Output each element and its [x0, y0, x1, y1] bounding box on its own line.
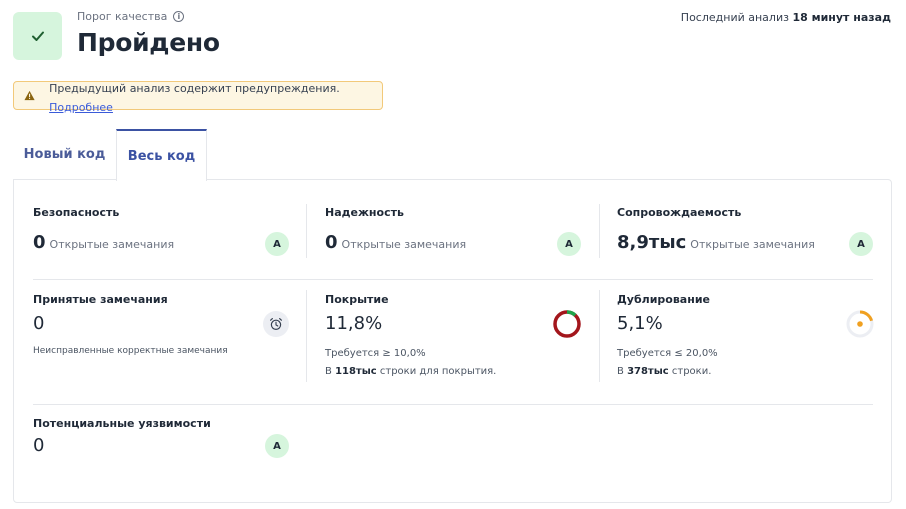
warning-details-link[interactable]: Подробнее: [49, 101, 113, 114]
duplication-dot: [857, 321, 863, 327]
quality-gate-label-row: Порог качества i: [77, 10, 185, 23]
security-hotspots-value[interactable]: 0: [33, 435, 44, 456]
divider: [33, 404, 873, 405]
reliability-value-row[interactable]: 0 Открытые замечания: [325, 232, 466, 253]
divider: [33, 279, 873, 280]
quality-gate-label: Порог качества: [77, 10, 168, 23]
maintainability-value-row[interactable]: 8,9тыс Открытые замечания: [617, 232, 815, 253]
reliability-rating-badge[interactable]: A: [557, 232, 581, 256]
coverage-lines-value[interactable]: 118тыс: [335, 366, 377, 377]
accepted-issues-icon: [263, 311, 289, 337]
security-value[interactable]: 0: [33, 232, 46, 253]
divider: [306, 290, 307, 382]
security-value-row[interactable]: 0 Открытые замечания: [33, 232, 174, 253]
accepted-issues-value[interactable]: 0: [33, 313, 44, 334]
divider: [599, 204, 600, 258]
maintainability-title: Сопровождаемость: [617, 206, 742, 219]
tab-new-code[interactable]: Новый код: [13, 129, 116, 180]
coverage-value[interactable]: 11,8%: [325, 313, 382, 334]
reliability-title: Надежность: [325, 206, 404, 219]
warning-banner: Предыдущий анализ содержит предупреждени…: [13, 81, 383, 114]
duplication-lines-prefix: В: [617, 366, 624, 377]
security-rating-badge[interactable]: A: [265, 232, 289, 256]
maintainability-rating-badge[interactable]: A: [849, 232, 873, 256]
coverage-lines: В 118тыс строки для покрытия.: [325, 366, 496, 377]
duplication-title: Дублирование: [617, 293, 710, 306]
coverage-required: Требуется ≥ 10,0%: [325, 348, 426, 359]
maintainability-sub: Открытые замечания: [690, 238, 815, 251]
coverage-lines-suffix: строки для покрытия.: [379, 366, 497, 377]
last-analysis: Последний анализ 18 минут назад: [681, 11, 891, 24]
duplication-indicator[interactable]: [845, 309, 875, 339]
code-tabs: Новый код Весь код: [13, 129, 207, 181]
warning-triangle-icon: [24, 90, 35, 101]
coverage-lines-prefix: В: [325, 366, 332, 377]
coverage-title: Покрытие: [325, 293, 389, 306]
reliability-value[interactable]: 0: [325, 232, 338, 253]
duplication-lines-suffix: строки.: [671, 366, 712, 377]
duplication-value[interactable]: 5,1%: [617, 313, 663, 334]
coverage-donut[interactable]: [552, 309, 582, 339]
accepted-issues-title: Принятые замечания: [33, 293, 168, 306]
warning-text: Предыдущий анализ содержит предупреждени…: [49, 81, 340, 95]
security-hotspots-rating-badge[interactable]: A: [265, 434, 289, 458]
reliability-sub: Открытые замечания: [341, 238, 467, 251]
quality-gate-status-icon: [13, 12, 62, 60]
security-hotspots-title: Потенциальные уязвимости: [33, 417, 211, 430]
security-title: Безопасность: [33, 206, 120, 219]
maintainability-value[interactable]: 8,9тыс: [617, 232, 686, 253]
divider: [306, 204, 307, 258]
metrics-panel: Безопасность 0 Открытые замечания A Наде…: [13, 179, 892, 503]
tab-overall-code[interactable]: Весь код: [116, 129, 207, 181]
info-icon[interactable]: i: [173, 11, 185, 22]
check-icon: [31, 31, 44, 41]
accepted-issues-note: Неисправленные корректные замечания: [33, 346, 228, 356]
security-sub: Открытые замечания: [49, 238, 175, 251]
last-analysis-value: 18 минут назад: [792, 11, 891, 24]
last-analysis-prefix: Последний анализ: [680, 11, 789, 24]
divider: [599, 290, 600, 382]
quality-gate-status: Пройдено: [77, 28, 220, 57]
alarm-clock-icon: [270, 318, 282, 331]
duplication-lines: В 378тыс строки.: [617, 366, 711, 377]
coverage-uncovered-arc: [553, 310, 581, 338]
duplication-required: Требуется ≤ 20,0%: [617, 348, 718, 359]
duplication-lines-value[interactable]: 378тыс: [627, 366, 669, 377]
